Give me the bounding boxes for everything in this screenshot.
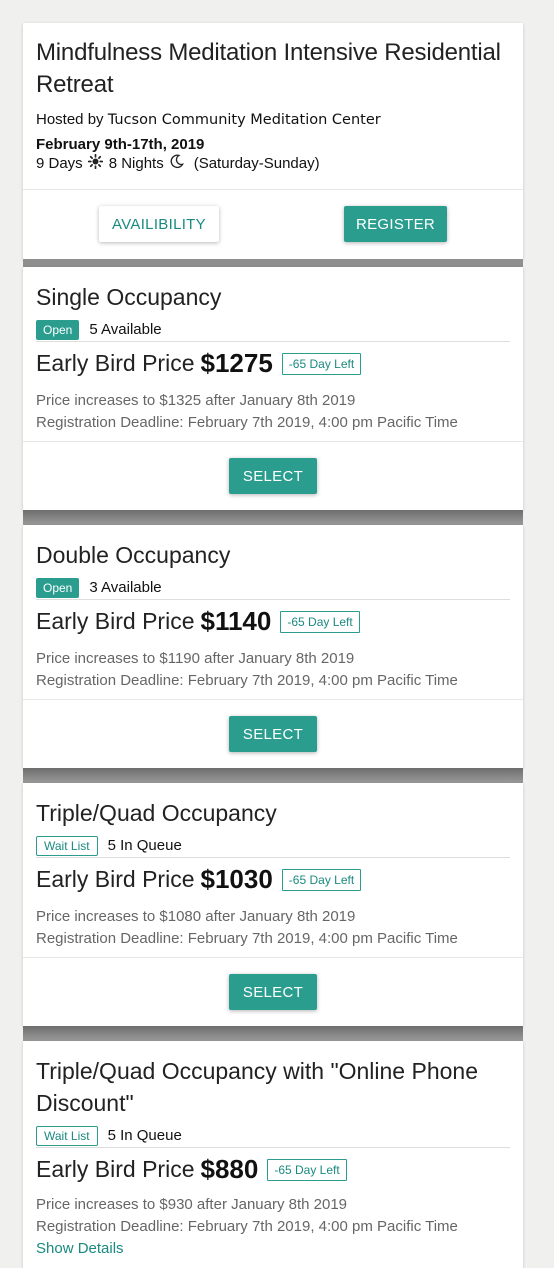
host-name: Tucson Community Meditation Center (107, 112, 381, 128)
status-badge: Wait List (36, 1125, 98, 1146)
divider (23, 441, 523, 442)
register-button[interactable]: REGISTER (344, 206, 447, 242)
price-value: $1030 (200, 864, 273, 894)
price-label: Early Bird Price (36, 1156, 195, 1182)
price-value: $880 (200, 1154, 259, 1184)
room-title: Double Occupancy (36, 542, 231, 568)
price-info: Price increases to $1080 after January 8… (36, 906, 510, 950)
price-row: Early Bird Price $880 -65 Day Left (36, 1154, 510, 1185)
status-row: Wait List 5 In Queue (36, 1125, 510, 1148)
price-increase-note: Price increases to $1325 after January 8… (36, 392, 356, 409)
price-info: Price increases to $930 after January 8t… (36, 1194, 510, 1238)
status-badge: Open (36, 577, 80, 598)
section-separator (23, 768, 523, 783)
hosted-by-prefix: Hosted by (36, 111, 104, 128)
show-details-link[interactable]: Show Details (36, 1238, 510, 1260)
availability-count: 5 Available (89, 321, 162, 338)
status-row: Open 5 Available (36, 319, 510, 342)
retreat-duration: 9 Days 8 Nights (Saturday-Sunday) (36, 153, 510, 173)
retreat-title: Mindfulness Meditation Intensive Residen… (36, 39, 501, 98)
queue-count: 5 In Queue (107, 837, 182, 854)
retreat-header-card: Mindfulness Meditation Intensive Residen… (23, 23, 523, 259)
divider (23, 957, 523, 958)
section-separator (23, 510, 523, 525)
room-title: Triple/Quad Occupancy with "Online Phone… (36, 1058, 478, 1116)
status-badge: Open (36, 319, 80, 340)
price-increase-note: Price increases to $1190 after January 8… (36, 650, 355, 667)
divider (23, 189, 523, 190)
days-left-badge: -65 Day Left (281, 868, 362, 891)
select-button[interactable]: SELECT (229, 716, 317, 752)
room-title: Triple/Quad Occupancy (36, 800, 277, 826)
price-row: Early Bird Price $1275 -65 Day Left (36, 348, 510, 379)
status-row: Wait List 5 In Queue (36, 835, 510, 858)
registration-deadline: Registration Deadline: February 7th 2019… (36, 930, 458, 947)
status-row: Open 3 Available (36, 577, 510, 600)
price-row: Early Bird Price $1140 -65 Day Left (36, 606, 510, 637)
price-increase-note: Price increases to $930 after January 8t… (36, 1196, 348, 1213)
price-label: Early Bird Price (36, 350, 195, 376)
registration-deadline: Registration Deadline: February 7th 2019… (36, 1218, 458, 1235)
price-label: Early Bird Price (36, 608, 195, 634)
select-button[interactable]: SELECT (229, 974, 317, 1010)
days-left-badge: -65 Day Left (280, 610, 360, 633)
status-badge: Wait List (36, 835, 98, 856)
queue-count: 5 In Queue (107, 1127, 182, 1144)
select-button[interactable]: SELECT (229, 458, 317, 494)
price-value: $1275 (200, 348, 273, 378)
registration-deadline: Registration Deadline: February 7th 2019… (36, 414, 458, 431)
price-row: Early Bird Price $1030 -65 Day Left (36, 864, 510, 895)
days-count: 9 Days (36, 155, 83, 172)
day-span: (Saturday-Sunday) (193, 155, 320, 172)
moon-icon (169, 153, 185, 169)
price-value: $1140 (200, 606, 272, 636)
price-info: Price increases to $1190 after January 8… (36, 648, 510, 692)
room-option-card: Triple/Quad Occupancy with "Online Phone… (23, 1041, 523, 1268)
room-option-card: Triple/Quad Occupancy Wait List 5 In Que… (23, 783, 523, 1026)
sun-icon (88, 153, 104, 169)
section-separator (23, 1026, 523, 1041)
nights-count: 8 Nights (108, 155, 164, 172)
days-left-badge: -65 Day Left (267, 1158, 347, 1181)
price-info: Price increases to $1325 after January 8… (36, 390, 510, 434)
price-increase-note: Price increases to $1080 after January 8… (36, 908, 356, 925)
room-title: Single Occupancy (36, 284, 222, 310)
divider (23, 699, 523, 700)
registration-deadline: Registration Deadline: February 7th 2019… (36, 672, 458, 689)
price-label: Early Bird Price (36, 866, 195, 892)
availability-button[interactable]: AVAILIBILITY (99, 206, 219, 242)
room-option-card: Double Occupancy Open 3 Available Early … (23, 525, 523, 768)
hosted-by: Hosted by Tucson Community Meditation Ce… (36, 111, 510, 129)
availability-count: 3 Available (89, 579, 162, 596)
days-left-badge: -65 Day Left (281, 352, 362, 375)
retreat-dates: February 9th-17th, 2019 (36, 136, 205, 153)
room-option-card: Single Occupancy Open 5 Available Early … (23, 267, 523, 510)
